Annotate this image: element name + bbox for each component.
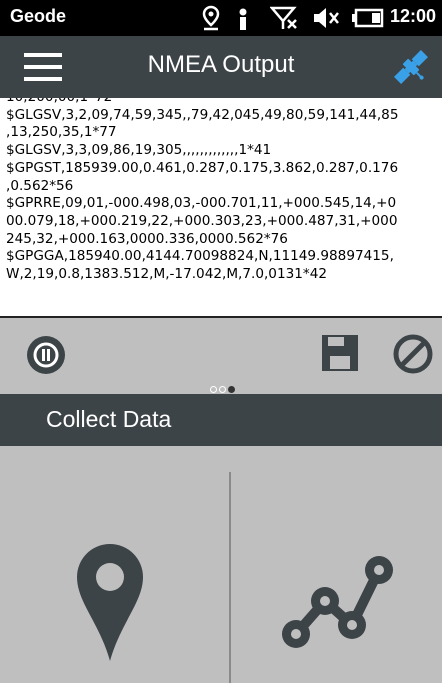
nmea-line: $GPRRE,09,01,-000.498,03,-000.701,11,+00… — [6, 195, 397, 212]
nmea-line: 245,32,+000.163,0000.336,0000.562*76 — [6, 230, 288, 247]
carrier-name: Geode — [10, 6, 67, 26]
pause-circle-icon[interactable] — [25, 334, 67, 376]
point-marker-icon — [77, 544, 143, 661]
section-title: Collect Data — [46, 406, 172, 432]
status-clock: 12:00 — [389, 6, 436, 26]
save-floppy-icon[interactable] — [321, 334, 359, 372]
clear-prohibited-icon[interactable] — [392, 333, 434, 375]
satellite-icon[interactable] — [388, 45, 434, 89]
nmea-line: $GLGSV,3,2,09,74,59,345,,79,42,045,49,80… — [6, 106, 399, 123]
volume-muted-icon — [314, 8, 339, 28]
nmea-line: W,2,19,0.8,1383.512,M,-17.042,M,7.0,0131… — [6, 266, 327, 283]
battery-icon — [352, 8, 384, 28]
app-bar: NMEA Output — [0, 36, 442, 98]
page-dot[interactable] — [210, 386, 217, 393]
nmea-line: $GPGGA,185940.00,4144.70098824,N,11149.9… — [6, 248, 394, 265]
nmea-line: $GLGSV,3,3,09,86,19,305,,,,,,,,,,,,,1*41 — [6, 142, 272, 159]
page-dot-active[interactable] — [228, 386, 235, 393]
page-dot[interactable] — [219, 386, 226, 393]
nmea-line: ,0.562*56 — [6, 177, 74, 194]
nmea-lines: 10,200,00,1*72$GLGSV,3,2,09,74,59,345,,7… — [6, 98, 442, 284]
signal-no-data-icon — [270, 6, 297, 29]
page-title: NMEA Output — [147, 51, 295, 78]
nmea-line: ,13,250,35,1*77 — [6, 124, 117, 141]
line-polyline-icon — [282, 556, 393, 648]
location-pin-icon — [202, 5, 220, 31]
section-header: Collect Data — [0, 394, 442, 446]
nmea-line: 00.079,18,+000.219,22,+000.303,23,+000.4… — [6, 212, 398, 229]
status-bar: Geode 12:00 — [0, 0, 442, 36]
nmea-output-log[interactable]: 10,200,00,1*72$GLGSV,3,2,09,74,59,345,,7… — [0, 98, 442, 318]
page-indicator — [210, 378, 237, 393]
person-icon — [239, 8, 247, 30]
nmea-line: $GPGST,185939.00,0.461,0.287,0.175,3.862… — [6, 159, 399, 176]
collect-line-option[interactable] — [231, 446, 442, 683]
collect-point-option[interactable] — [0, 446, 229, 683]
nmea-line: 10,200,00,1*72 — [6, 98, 442, 107]
